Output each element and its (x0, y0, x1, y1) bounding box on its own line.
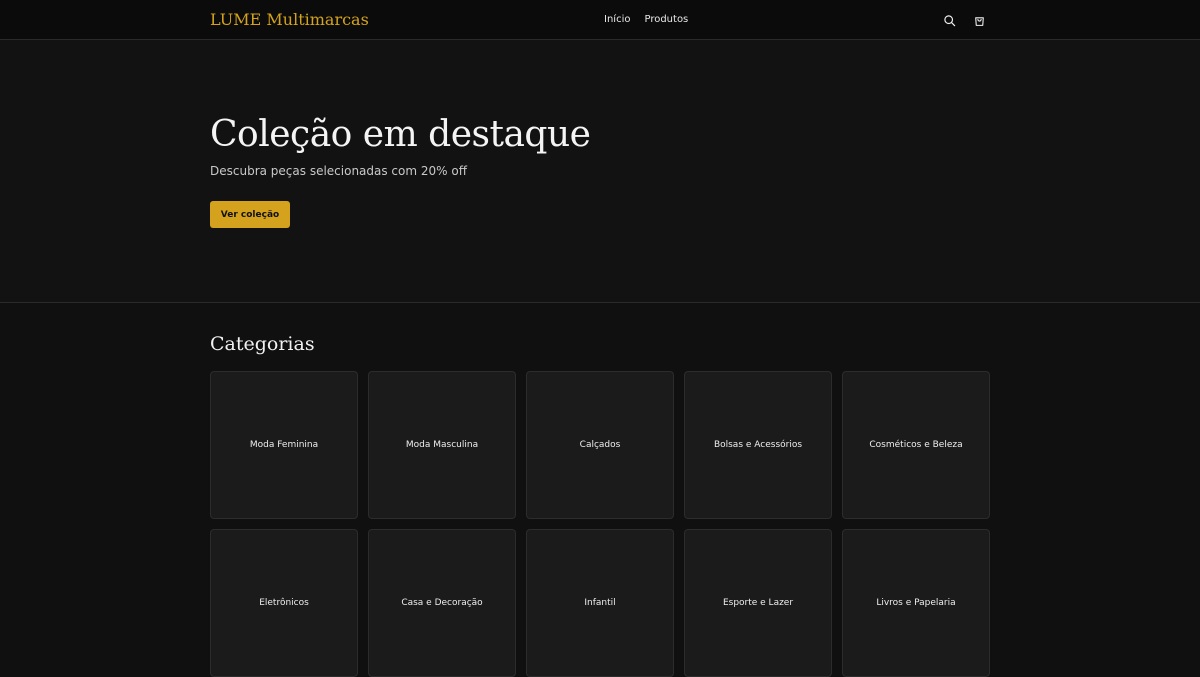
category-card-eletronicos[interactable]: Eletrônicos (210, 529, 358, 677)
search-button[interactable] (941, 12, 957, 28)
category-grid: Moda Feminina Moda Masculina Calçados Bo… (210, 371, 990, 677)
categories-heading: Categorias (210, 333, 315, 355)
cart-button[interactable] (971, 12, 987, 28)
category-label: Eletrônicos (259, 598, 309, 608)
category-card-moda-masculina[interactable]: Moda Masculina (368, 371, 516, 519)
top-navigation-bar: LUME Multimarcas Início Produtos (0, 0, 1200, 40)
category-label: Bolsas e Acessórios (713, 440, 803, 450)
category-label: Calçados (579, 440, 621, 450)
category-label: Esporte e Lazer (722, 598, 794, 608)
category-label: Casa e Decoração (401, 598, 483, 608)
category-label: Livros e Papelaria (876, 598, 956, 608)
category-card-esporte-lazer[interactable]: Esporte e Lazer (684, 529, 832, 677)
search-icon (943, 14, 955, 26)
shopping-bag-icon (974, 16, 984, 26)
main-nav: Início Produtos (604, 14, 688, 25)
nav-link-produtos[interactable]: Produtos (644, 14, 688, 25)
hero-banner: Coleção em destaque Descubra peças selec… (0, 40, 1200, 303)
category-card-bolsas-acessorios[interactable]: Bolsas e Acessórios (684, 371, 832, 519)
category-label: Moda Masculina (405, 440, 479, 450)
category-card-livros-papelaria[interactable]: Livros e Papelaria (842, 529, 990, 677)
category-label: Infantil (584, 598, 616, 608)
view-collection-button[interactable]: Ver coleção (210, 201, 290, 228)
brand-logo-link[interactable]: LUME Multimarcas (210, 10, 369, 29)
category-label: Cosméticos e Beleza (869, 440, 963, 450)
category-card-infantil[interactable]: Infantil (526, 529, 674, 677)
category-label: Moda Feminina (249, 440, 319, 450)
hero-title: Coleção em destaque (210, 114, 591, 155)
hero-subtitle: Descubra peças selecionadas com 20% off (210, 164, 467, 178)
category-card-cosmeticos-beleza[interactable]: Cosméticos e Beleza (842, 371, 990, 519)
category-card-moda-feminina[interactable]: Moda Feminina (210, 371, 358, 519)
category-card-casa-decoracao[interactable]: Casa e Decoração (368, 529, 516, 677)
category-card-calcados[interactable]: Calçados (526, 371, 674, 519)
nav-link-inicio[interactable]: Início (604, 14, 630, 25)
